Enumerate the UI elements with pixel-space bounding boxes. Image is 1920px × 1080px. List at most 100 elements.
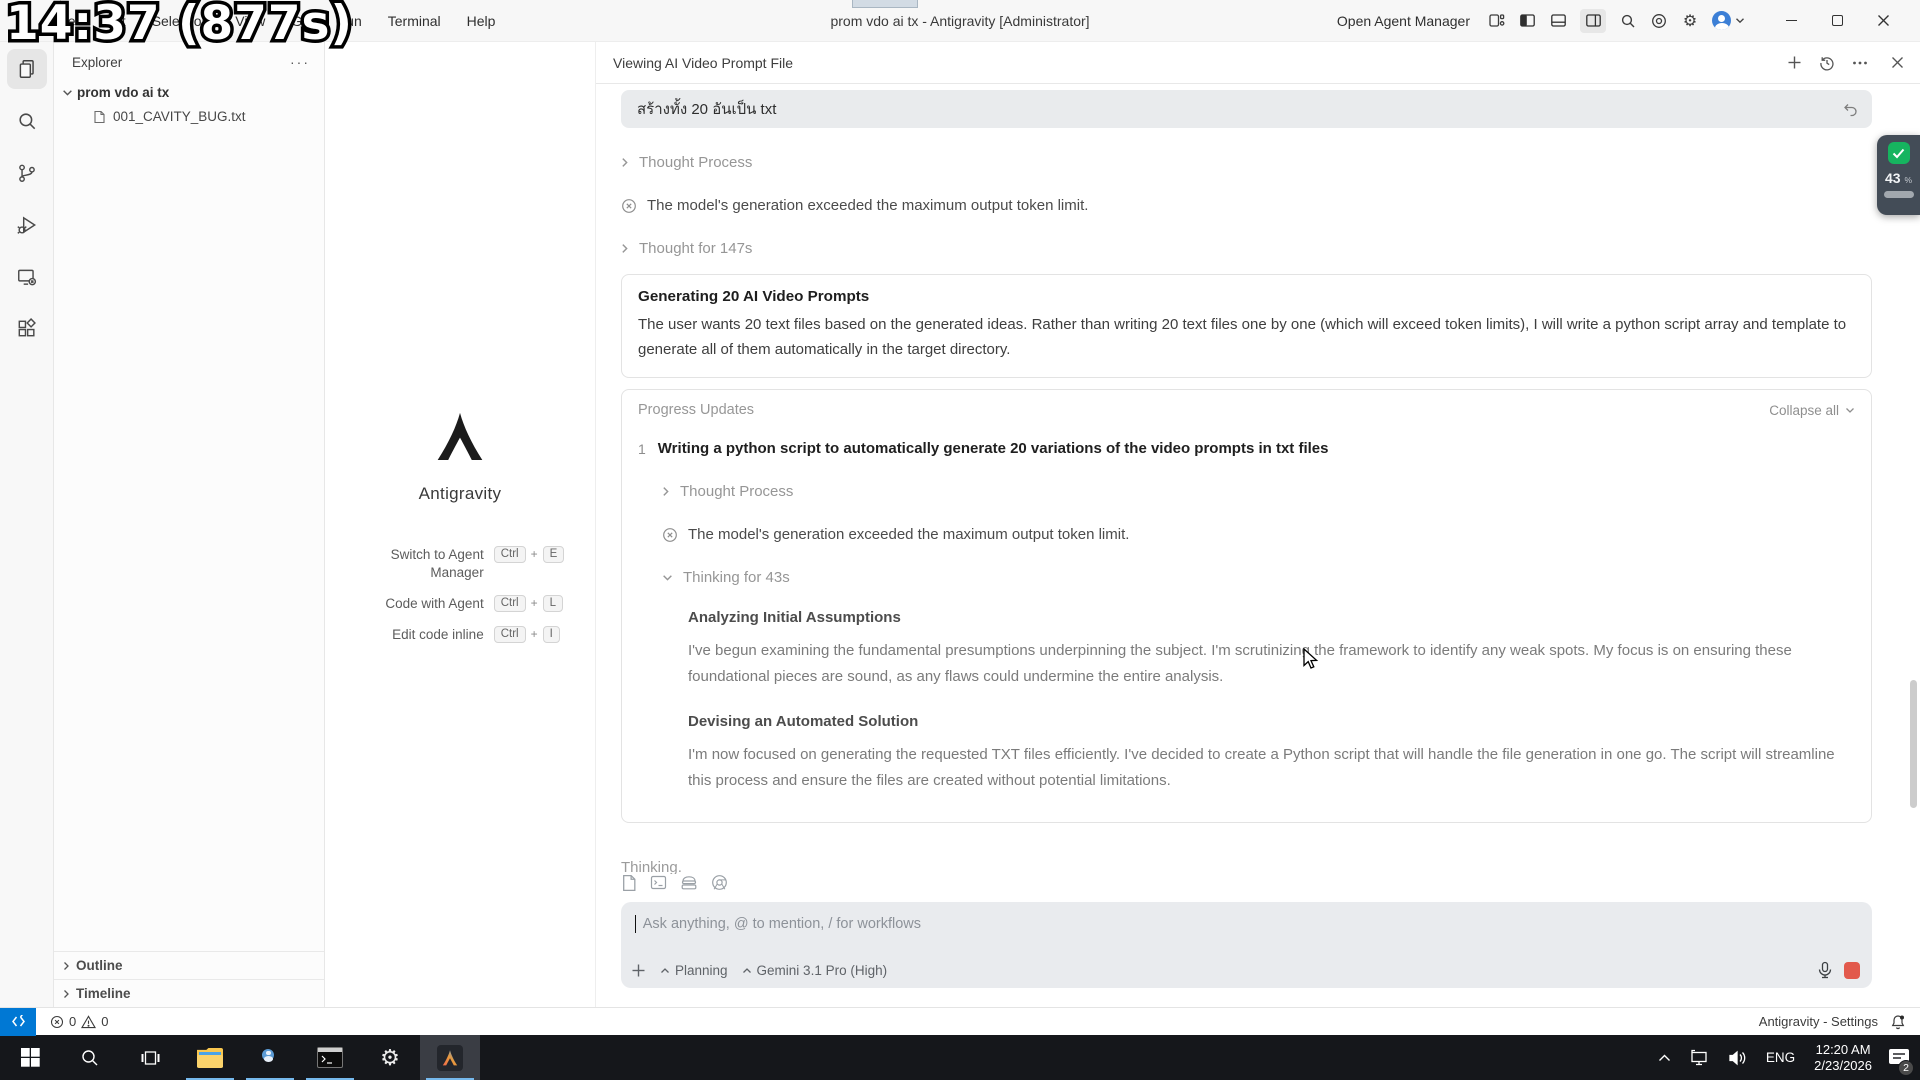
more-options-icon[interactable] (1852, 60, 1868, 66)
timeline-section[interactable]: Timeline (54, 979, 324, 1007)
clock[interactable]: 12:20 AM 2/23/2026 (1804, 1042, 1882, 1074)
shortcut-hints: Switch to Agent Manager Ctrl + E Code wi… (356, 546, 565, 644)
file-name: 001_CAVITY_BUG.txt (113, 109, 246, 124)
add-context-icon[interactable] (631, 963, 646, 978)
warning-count: 0 (101, 1014, 108, 1029)
plus-separator: + (531, 547, 538, 561)
file-explorer-taskbar-icon[interactable] (180, 1035, 240, 1080)
menu-terminal[interactable]: Terminal (379, 9, 450, 33)
minimize-button[interactable] (1768, 4, 1814, 38)
undo-icon[interactable] (1842, 102, 1858, 117)
quick-input-peek (852, 0, 918, 8)
close-panel-icon[interactable] (1891, 56, 1904, 69)
outline-label: Outline (76, 958, 123, 973)
collapse-all-button[interactable]: Collapse all (1769, 403, 1855, 418)
search-icon[interactable] (1619, 12, 1637, 30)
attached-file-icon[interactable] (621, 874, 637, 892)
thinking-for-toggle[interactable]: Thinking for 43s (662, 569, 1855, 586)
kbd-key: Ctrl (494, 595, 526, 612)
timeline-label: Timeline (76, 986, 131, 1001)
antivirus-side-widget[interactable]: 43 % (1877, 135, 1920, 215)
outline-section[interactable]: Outline (54, 951, 324, 979)
folder-name: prom vdo ai tx (77, 85, 169, 100)
browser-icon[interactable] (1650, 12, 1668, 30)
kbd-key: I (543, 626, 560, 643)
composer: Ask anything, @ to mention, / for workfl… (596, 874, 1920, 1007)
network-tray-icon[interactable] (1680, 1035, 1719, 1080)
terminal-context-icon[interactable] (650, 874, 667, 891)
close-window-button[interactable] (1860, 4, 1906, 38)
explorer-title: Explorer (72, 55, 122, 70)
token-limit-error-row: The model's generation exceeded the maxi… (662, 526, 1855, 543)
tree-folder-row[interactable]: prom vdo ai tx (54, 80, 324, 105)
mode-label: Planning (675, 963, 728, 978)
activity-extensions-icon[interactable] (7, 309, 47, 349)
thought-process-toggle[interactable]: Thought Process (621, 154, 1872, 171)
notification-bell-icon[interactable] (1890, 1014, 1906, 1030)
terminal-taskbar-icon[interactable] (300, 1035, 360, 1080)
chevron-right-icon (662, 486, 670, 497)
tree-file-row[interactable]: 001_CAVITY_BUG.txt (54, 105, 324, 128)
volume-tray-icon[interactable] (1719, 1035, 1757, 1080)
menu-help[interactable]: Help (458, 9, 505, 33)
antigravity-logo-icon (440, 1048, 460, 1068)
chevron-up-icon (742, 967, 752, 974)
toggle-panel-icon[interactable] (1549, 12, 1567, 30)
activity-explorer-icon[interactable] (7, 49, 47, 89)
stack-context-icon[interactable] (680, 874, 698, 891)
model-selector[interactable]: Gemini 3.1 Pro (High) (742, 963, 888, 978)
task-view-button[interactable] (120, 1035, 180, 1080)
toggle-primary-sidebar-icon[interactable] (1518, 12, 1536, 30)
chevron-up-icon (1658, 1054, 1671, 1062)
widget-percent: 43 (1885, 170, 1901, 186)
widget-progress-bar (1884, 191, 1914, 198)
language-indicator[interactable]: ENG (1757, 1035, 1804, 1080)
microphone-icon[interactable] (1817, 961, 1833, 979)
toggle-secondary-sidebar-icon[interactable] (1580, 9, 1606, 33)
activity-run-debug-icon[interactable] (7, 205, 47, 245)
open-agent-manager-button[interactable]: Open Agent Manager (1337, 13, 1470, 29)
folder-icon (197, 1048, 223, 1068)
customize-layout-icon[interactable] (1487, 12, 1505, 30)
thought-process-label: Thought Process (639, 154, 752, 171)
antigravity-logo (429, 406, 491, 468)
search-icon (80, 1048, 100, 1068)
chrome-taskbar-icon[interactable] (240, 1035, 300, 1080)
chrome-profile-badge (261, 1048, 275, 1062)
problems-indicator[interactable]: 0 0 (50, 1014, 108, 1029)
chat-title: Viewing AI Video Prompt File (613, 55, 793, 71)
start-button[interactable] (0, 1035, 60, 1080)
history-icon[interactable] (1819, 55, 1835, 71)
stop-generation-button[interactable] (1844, 962, 1860, 979)
shortcut-row: Switch to Agent Manager Ctrl + E (356, 546, 565, 582)
maximize-button[interactable] (1814, 4, 1860, 38)
error-text: The model's generation exceeded the maxi… (647, 197, 1088, 214)
chat-input[interactable]: Ask anything, @ to mention, / for workfl… (621, 902, 1872, 988)
thought-for-label: Thought for 147s (639, 240, 752, 257)
remote-indicator-button[interactable] (0, 1008, 36, 1036)
account-button[interactable] (1712, 11, 1745, 30)
user-message-text: สร้างทั้ง 20 อันเป็น txt (637, 97, 776, 121)
action-center-button[interactable]: 2 (1882, 1035, 1916, 1080)
taskbar-search-button[interactable] (60, 1035, 120, 1080)
antigravity-taskbar-icon[interactable] (420, 1035, 480, 1080)
chat-scrollbar[interactable] (1910, 680, 1917, 808)
chat-message-area[interactable]: สร้างทั้ง 20 อันเป็น txt Thought Process… (596, 84, 1920, 874)
new-chat-icon[interactable] (1787, 55, 1802, 70)
explorer-more-actions-icon[interactable]: ··· (290, 54, 310, 70)
shield-check-icon (1888, 142, 1910, 164)
settings-status-item[interactable]: Antigravity - Settings (1759, 1014, 1878, 1029)
thought-for-toggle[interactable]: Thought for 147s (621, 240, 1872, 257)
hidden-icons-chevron[interactable] (1649, 1035, 1680, 1080)
mode-selector[interactable]: Planning (660, 963, 728, 978)
settings-gear-icon[interactable]: ⚙ (1681, 12, 1699, 30)
step-thought-process-toggle[interactable]: Thought Process (662, 483, 1855, 500)
status-bar: 0 0 Antigravity - Settings (0, 1007, 1920, 1035)
chat-header: Viewing AI Video Prompt File (596, 42, 1920, 84)
activity-search-icon[interactable] (7, 101, 47, 141)
settings-taskbar-icon[interactable]: ⚙ (360, 1035, 420, 1080)
gear-icon: ⚙ (380, 1047, 400, 1069)
activity-source-control-icon[interactable] (7, 153, 47, 193)
browser-context-icon[interactable] (711, 874, 728, 891)
activity-remote-explorer-icon[interactable] (7, 257, 47, 297)
